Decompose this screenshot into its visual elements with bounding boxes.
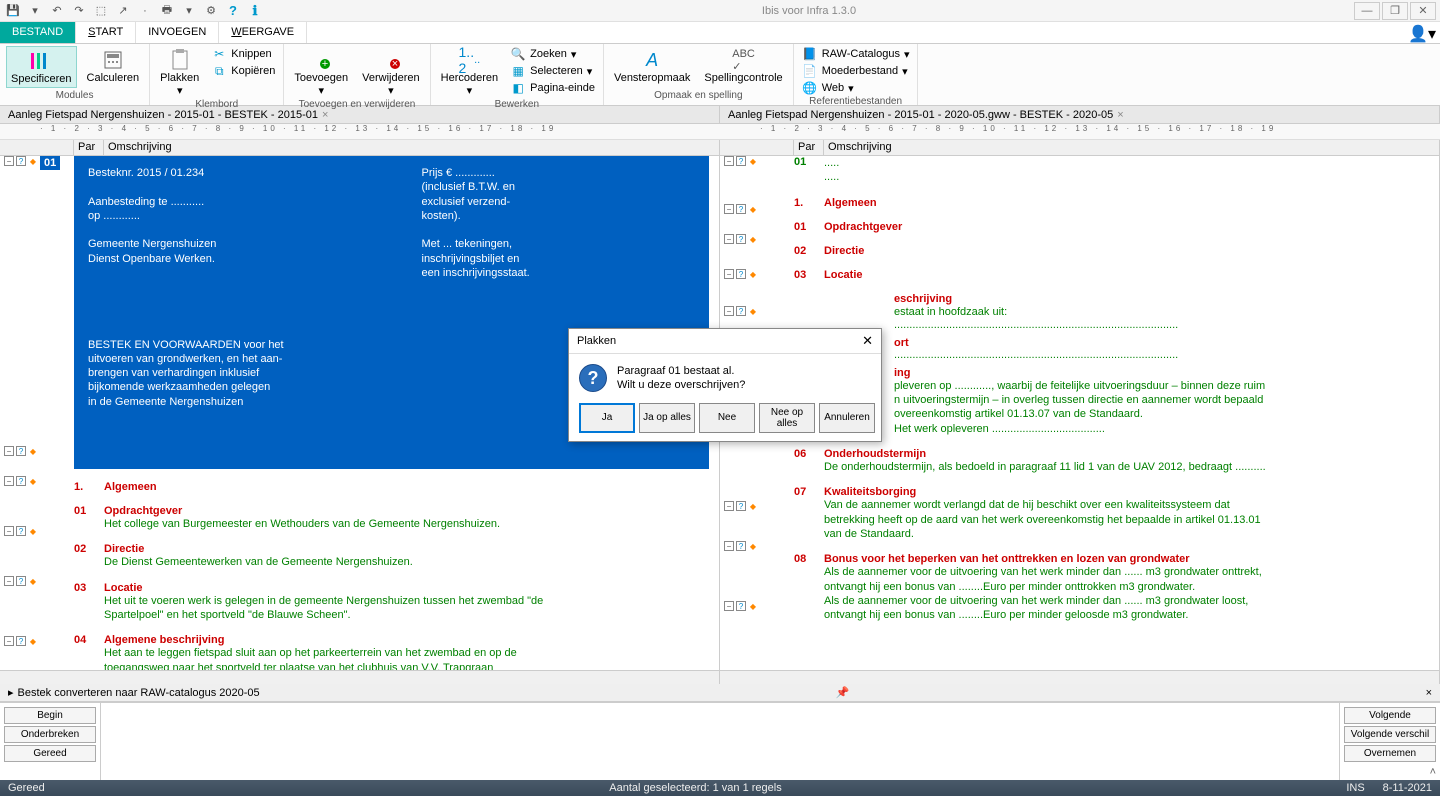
annuleren-button[interactable]: Annuleren (819, 403, 875, 433)
ja-button[interactable]: Ja (579, 403, 635, 433)
ja-op-alles-button[interactable]: Ja op alles (639, 403, 695, 433)
status-ins: INS (1346, 782, 1364, 794)
status-left: Gereed (8, 782, 45, 794)
modal-overlay: Plakken ✕ ? Paragraaf 01 bestaat al. Wil… (0, 0, 1440, 780)
dialog-title: Plakken (577, 335, 616, 347)
dialog-close-icon[interactable]: ✕ (862, 333, 873, 349)
nee-button[interactable]: Nee (699, 403, 755, 433)
status-date: 8-11-2021 (1383, 782, 1432, 794)
status-selection: Aantal geselecteerd: 1 van 1 regels (45, 782, 1347, 794)
plakken-dialog: Plakken ✕ ? Paragraaf 01 bestaat al. Wil… (568, 328, 882, 442)
dialog-message: Paragraaf 01 bestaat al. Wilt u deze ove… (617, 364, 745, 393)
nee-op-alles-button[interactable]: Nee op alles (759, 403, 815, 433)
status-bar: Gereed Aantal geselecteerd: 1 van 1 rege… (0, 780, 1440, 796)
dialog-titlebar[interactable]: Plakken ✕ (569, 329, 881, 354)
question-icon: ? (579, 364, 607, 392)
